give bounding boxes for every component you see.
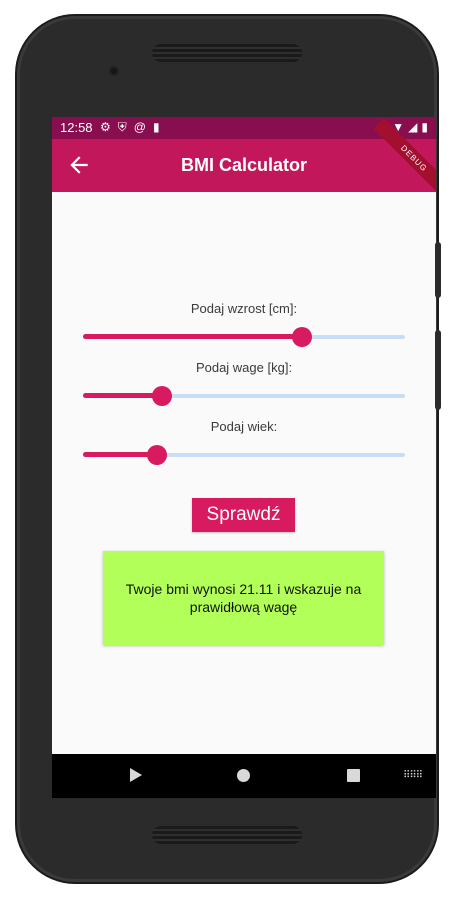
at-icon: @ [133, 120, 146, 134]
signal-icon: ◢ [408, 120, 418, 134]
result-text: Twoje bmi wynosi 21.11 i wskazuje na pra… [125, 581, 362, 615]
top-speaker [152, 44, 302, 62]
phone-frame: 12:58 ⚙ ⛨ @ ▮ ▼ ◢ ▮ BMI Calculator DEBUG [17, 16, 437, 882]
result-card: Twoje bmi wynosi 21.11 i wskazuje na pra… [103, 551, 384, 645]
power-button [435, 330, 441, 410]
back-icon[interactable] [130, 768, 142, 782]
slider-thumb[interactable] [291, 327, 312, 347]
slider-active-track [83, 393, 162, 398]
slider-thumb[interactable] [151, 386, 172, 406]
height-label: Podaj wzrost [cm]: [190, 301, 298, 316]
navigation-bar: ⠿⠿⠿ [52, 754, 436, 798]
sd-card-icon: ▮ [152, 120, 160, 134]
keyboard-icon[interactable]: ⠿⠿⠿ [403, 770, 423, 781]
status-time: 12:58 [60, 120, 93, 135]
device-screen: 12:58 ⚙ ⛨ @ ▮ ▼ ◢ ▮ BMI Calculator DEBUG [52, 117, 436, 798]
shield-icon: ⛨ [117, 120, 127, 134]
app-bar: BMI Calculator DEBUG [52, 117, 436, 200]
volume-button [435, 242, 441, 298]
height-slider[interactable] [83, 327, 405, 347]
front-camera [109, 66, 119, 76]
page-title: BMI Calculator [180, 155, 308, 175]
bottom-speaker [152, 826, 302, 844]
home-icon[interactable] [237, 769, 250, 782]
weight-label: Podaj wage [kg]: [195, 360, 293, 375]
age-label: Podaj wiek: [210, 419, 278, 434]
check-button[interactable]: Sprawdź [192, 498, 295, 532]
recents-icon[interactable] [347, 769, 360, 782]
age-slider[interactable] [83, 445, 405, 465]
slider-active-track [83, 334, 302, 339]
weight-slider[interactable] [83, 386, 405, 406]
slider-active-track [83, 452, 158, 457]
battery-icon: ▮ [421, 120, 428, 134]
gear-icon: ⚙ [100, 120, 111, 134]
slider-thumb[interactable] [147, 445, 168, 465]
